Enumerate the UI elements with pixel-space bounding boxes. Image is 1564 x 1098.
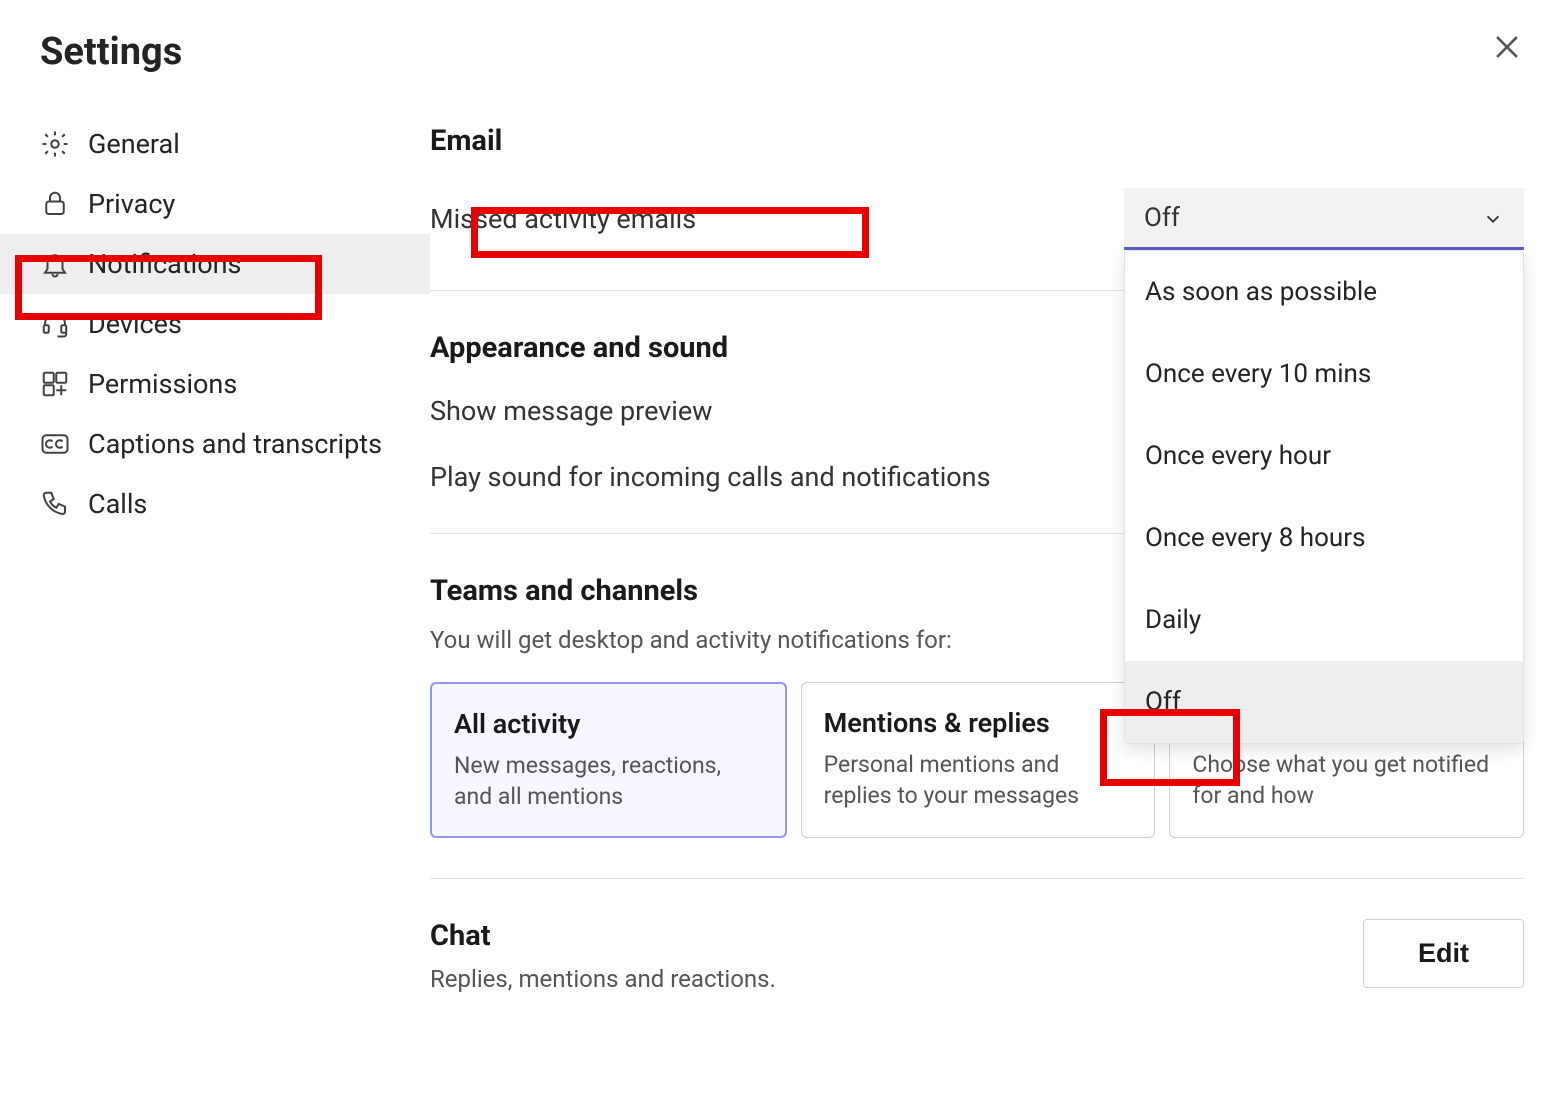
apps-icon xyxy=(40,369,70,399)
page-title: Settings xyxy=(0,0,1564,104)
card-title: All activity xyxy=(454,708,763,740)
settings-main: Email Missed activity emails Off As soon… xyxy=(430,104,1524,1027)
sidebar-item-permissions[interactable]: Permissions xyxy=(0,354,430,414)
dropdown-option-hour[interactable]: Once every hour xyxy=(1125,415,1523,497)
card-mentions-replies[interactable]: Mentions & replies Personal mentions and… xyxy=(801,682,1156,838)
sidebar-item-privacy[interactable]: Privacy xyxy=(0,174,430,234)
dropdown-option-10min[interactable]: Once every 10 mins xyxy=(1125,333,1523,415)
sidebar-item-label: Captions and transcripts xyxy=(88,428,382,460)
play-sound-label: Play sound for incoming calls and notifi… xyxy=(430,461,991,493)
cc-icon xyxy=(40,429,70,459)
section-heading-email: Email xyxy=(430,124,1524,158)
sidebar-item-captions[interactable]: Captions and transcripts xyxy=(0,414,430,474)
lock-icon xyxy=(40,189,70,219)
bell-icon xyxy=(40,249,70,279)
card-desc: New messages, reactions, and all mention… xyxy=(454,750,763,812)
phone-icon xyxy=(40,489,70,519)
section-heading-chat: Chat xyxy=(430,919,776,953)
dropdown-option-asap[interactable]: As soon as possible xyxy=(1125,251,1523,333)
dropdown-option-daily[interactable]: Daily xyxy=(1125,579,1523,661)
sidebar-item-general[interactable]: General xyxy=(0,114,430,174)
card-all-activity[interactable]: All activity New messages, reactions, an… xyxy=(430,682,787,838)
card-desc: Choose what you get notified for and how xyxy=(1192,749,1501,811)
dropdown-selected-value: Off xyxy=(1144,203,1180,233)
card-title: Mentions & replies xyxy=(824,707,1133,739)
sidebar-item-label: Permissions xyxy=(88,368,237,400)
card-desc: Personal mentions and replies to your me… xyxy=(824,749,1133,811)
dropdown-option-off[interactable]: Off xyxy=(1125,661,1523,743)
dropdown-menu: As soon as possible Once every 10 mins O… xyxy=(1124,250,1524,744)
headset-icon xyxy=(40,309,70,339)
sidebar-item-devices[interactable]: Devices xyxy=(0,294,430,354)
divider xyxy=(430,878,1524,879)
missed-activity-dropdown[interactable]: Off As soon as possible Once every 10 mi… xyxy=(1124,188,1524,250)
chevron-down-icon xyxy=(1482,207,1504,229)
sidebar-item-label: Notifications xyxy=(88,248,241,280)
close-icon xyxy=(1490,49,1524,68)
show-preview-label: Show message preview xyxy=(430,395,712,427)
dropdown-trigger[interactable]: Off xyxy=(1124,188,1524,250)
missed-activity-label: Missed activity emails xyxy=(430,203,696,235)
chat-subtitle: Replies, mentions and reactions. xyxy=(430,965,776,993)
sidebar-item-label: Calls xyxy=(88,488,147,520)
dropdown-option-8hours[interactable]: Once every 8 hours xyxy=(1125,497,1523,579)
settings-sidebar: General Privacy Notifications Devices Pe xyxy=(0,104,430,1027)
gear-icon xyxy=(40,129,70,159)
sidebar-item-label: Devices xyxy=(88,308,182,340)
close-button[interactable] xyxy=(1490,30,1524,64)
sidebar-item-label: Privacy xyxy=(88,188,175,220)
sidebar-item-notifications[interactable]: Notifications xyxy=(0,234,430,294)
sidebar-item-calls[interactable]: Calls xyxy=(0,474,430,534)
chat-edit-button[interactable]: Edit xyxy=(1363,919,1524,988)
sidebar-item-label: General xyxy=(88,128,180,160)
